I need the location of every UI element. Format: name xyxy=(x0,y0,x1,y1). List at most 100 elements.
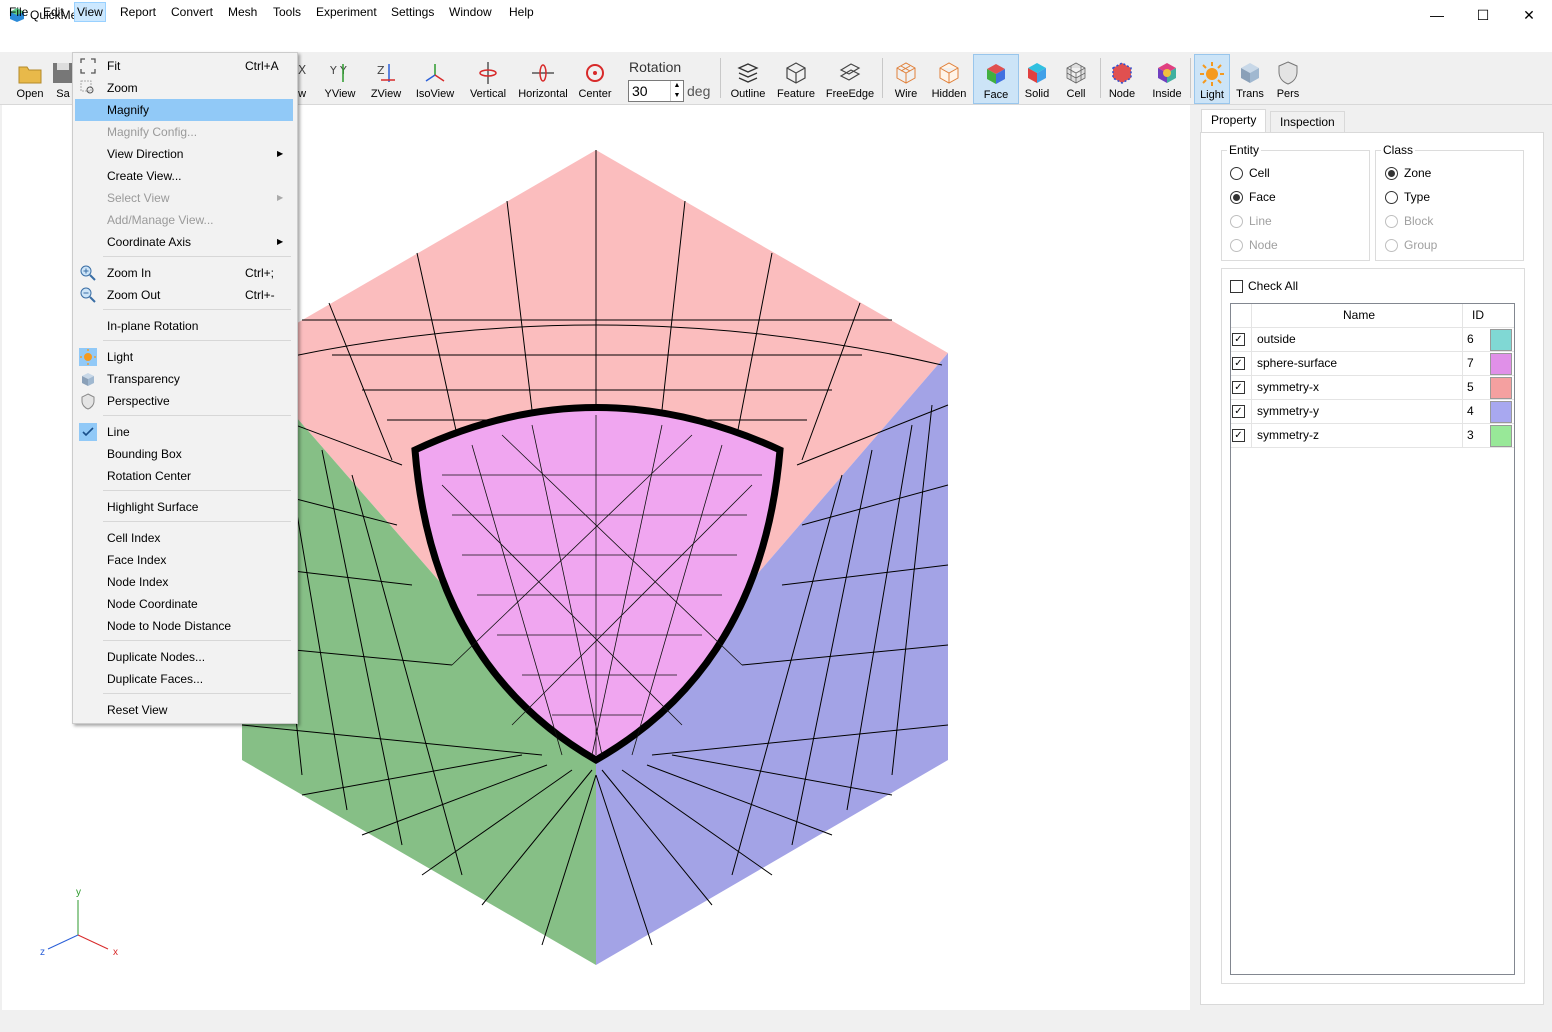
node-button[interactable]: Node xyxy=(1104,54,1140,102)
entity-node-radio[interactable] xyxy=(1230,239,1243,252)
rotation-spinbox[interactable]: 30 ▲ ▼ xyxy=(628,80,684,102)
menu-item-zoom-in[interactable]: Zoom In Ctrl+; xyxy=(75,262,293,284)
entity-node-label[interactable]: Node xyxy=(1249,238,1278,252)
menu-item-magnify-config[interactable]: Magnify Config... xyxy=(75,121,293,143)
solid-button[interactable]: Solid xyxy=(1020,54,1054,102)
row-checkbox[interactable]: ✓ xyxy=(1232,357,1245,370)
tab-inspection[interactable]: Inspection xyxy=(1270,111,1345,134)
menu-item-transparency[interactable]: Transparency xyxy=(75,368,293,390)
inside-button[interactable]: Inside xyxy=(1148,54,1186,102)
menu-item-create-view[interactable]: Create View... xyxy=(75,165,293,187)
entity-face-radio[interactable] xyxy=(1230,191,1243,204)
menu-item-magnify[interactable]: Magnify xyxy=(75,99,293,121)
entity-face-label[interactable]: Face xyxy=(1249,190,1276,204)
entity-line-radio[interactable] xyxy=(1230,215,1243,228)
table-row[interactable]: ✓ symmetry-x 5 xyxy=(1231,376,1514,400)
menu-mesh[interactable]: Mesh xyxy=(226,3,259,21)
class-zone-radio[interactable] xyxy=(1385,167,1398,180)
table-row[interactable]: ✓ symmetry-z 3 xyxy=(1231,424,1514,448)
row-checkbox[interactable]: ✓ xyxy=(1232,333,1245,346)
menu-item-select-view[interactable]: Select View ▶ xyxy=(75,187,293,209)
table-row[interactable]: ✓ outside 6 xyxy=(1231,328,1514,352)
menu-item-add-manage-view[interactable]: Add/Manage View... xyxy=(75,209,293,231)
menu-item-inplane-rotation[interactable]: In-plane Rotation xyxy=(75,315,293,337)
menu-item-fit[interactable]: Fit Ctrl+A xyxy=(75,55,293,77)
menu-item-zoom-out[interactable]: Zoom Out Ctrl+- xyxy=(75,284,293,306)
menu-item-view-direction[interactable]: View Direction ▶ xyxy=(75,143,293,165)
class-type-radio[interactable] xyxy=(1385,191,1398,204)
trans-button[interactable]: Trans xyxy=(1232,54,1268,102)
menu-item-cell-index[interactable]: Cell Index xyxy=(75,527,293,549)
menu-item-rotation-center[interactable]: Rotation Center xyxy=(75,465,293,487)
menu-item-zoom[interactable]: Zoom xyxy=(75,77,293,99)
row-checkbox[interactable]: ✓ xyxy=(1232,405,1245,418)
menu-item-duplicate-faces[interactable]: Duplicate Faces... xyxy=(75,668,293,690)
zone-color-swatch[interactable] xyxy=(1490,401,1512,423)
class-type-label[interactable]: Type xyxy=(1404,190,1430,204)
row-checkbox[interactable]: ✓ xyxy=(1232,381,1245,394)
zone-color-swatch[interactable] xyxy=(1490,353,1512,375)
light-button[interactable]: Light xyxy=(1194,54,1230,104)
yview-button[interactable]: YY YView xyxy=(322,54,358,102)
menu-window[interactable]: Window xyxy=(447,3,494,21)
menu-edit[interactable]: Edit xyxy=(41,3,66,21)
entity-cell-label[interactable]: Cell xyxy=(1249,166,1270,180)
menu-report[interactable]: Report xyxy=(118,3,158,21)
vertical-rotate-button[interactable]: Vertical xyxy=(466,54,510,102)
menu-item-face-index[interactable]: Face Index xyxy=(75,549,293,571)
minimize-button[interactable]: — xyxy=(1414,0,1460,30)
menu-item-coordinate-axis[interactable]: Coordinate Axis ▶ xyxy=(75,231,293,253)
zone-color-swatch[interactable] xyxy=(1490,377,1512,399)
open-button[interactable]: Open xyxy=(12,54,48,102)
menu-item-light[interactable]: Light xyxy=(75,346,293,368)
header-name[interactable]: Name xyxy=(1343,304,1375,327)
save-button[interactable]: Sa xyxy=(52,54,74,102)
zone-table[interactable]: Name ID ✓ outside 6 ✓ sphere-surface 7 ✓ symmet… xyxy=(1230,303,1515,975)
entity-line-label[interactable]: Line xyxy=(1249,214,1272,228)
menu-item-node-index[interactable]: Node Index xyxy=(75,571,293,593)
isoview-button[interactable]: IsoView xyxy=(413,54,457,102)
menu-help[interactable]: Help xyxy=(507,3,536,21)
zone-color-swatch[interactable] xyxy=(1490,329,1512,351)
freeedge-button[interactable]: FreeEdge xyxy=(824,54,876,102)
pers-button[interactable]: Pers xyxy=(1272,54,1304,102)
class-block-label[interactable]: Block xyxy=(1404,214,1433,228)
menu-item-highlight-surface[interactable]: Highlight Surface xyxy=(75,496,293,518)
check-all-checkbox[interactable] xyxy=(1230,280,1243,293)
tab-property[interactable]: Property xyxy=(1201,109,1267,134)
class-zone-label[interactable]: Zone xyxy=(1404,166,1431,180)
menu-file[interactable]: File xyxy=(7,3,30,21)
menu-convert[interactable]: Convert xyxy=(169,3,215,21)
zview-button[interactable]: Z ZView xyxy=(367,54,405,102)
menu-item-line[interactable]: Line xyxy=(75,421,293,443)
horizontal-rotate-button[interactable]: Horizontal xyxy=(516,54,570,102)
header-id[interactable]: ID xyxy=(1472,304,1484,327)
feature-button[interactable]: Feature xyxy=(774,54,818,102)
menu-item-perspective[interactable]: Perspective xyxy=(75,390,293,412)
menu-settings[interactable]: Settings xyxy=(389,3,436,21)
menu-item-node-distance[interactable]: Node to Node Distance xyxy=(75,615,293,637)
center-button[interactable]: Center xyxy=(575,54,615,102)
rotation-value[interactable]: 30 xyxy=(632,83,648,99)
entity-cell-radio[interactable] xyxy=(1230,167,1243,180)
class-block-radio[interactable] xyxy=(1385,215,1398,228)
wire-button[interactable]: Wire xyxy=(888,54,924,102)
class-group-radio[interactable] xyxy=(1385,239,1398,252)
menu-item-node-coordinate[interactable]: Node Coordinate xyxy=(75,593,293,615)
menu-tools[interactable]: Tools xyxy=(271,3,303,21)
menu-item-duplicate-nodes[interactable]: Duplicate Nodes... xyxy=(75,646,293,668)
menu-experiment[interactable]: Experiment xyxy=(314,3,379,21)
row-checkbox[interactable]: ✓ xyxy=(1232,429,1245,442)
menu-item-reset-view[interactable]: Reset View xyxy=(75,699,293,721)
hidden-button[interactable]: Hidden xyxy=(928,54,970,102)
outline-button[interactable]: Outline xyxy=(727,54,769,102)
table-row[interactable]: ✓ sphere-surface 7 xyxy=(1231,352,1514,376)
close-button[interactable]: ✕ xyxy=(1506,0,1552,30)
zone-color-swatch[interactable] xyxy=(1490,425,1512,447)
maximize-button[interactable]: ☐ xyxy=(1460,0,1506,30)
face-button[interactable]: Face xyxy=(973,54,1019,104)
table-row[interactable]: ✓ symmetry-y 4 xyxy=(1231,400,1514,424)
menu-view[interactable]: View xyxy=(74,2,106,22)
class-group-label[interactable]: Group xyxy=(1404,238,1437,252)
check-all-label[interactable]: Check All xyxy=(1248,279,1298,293)
